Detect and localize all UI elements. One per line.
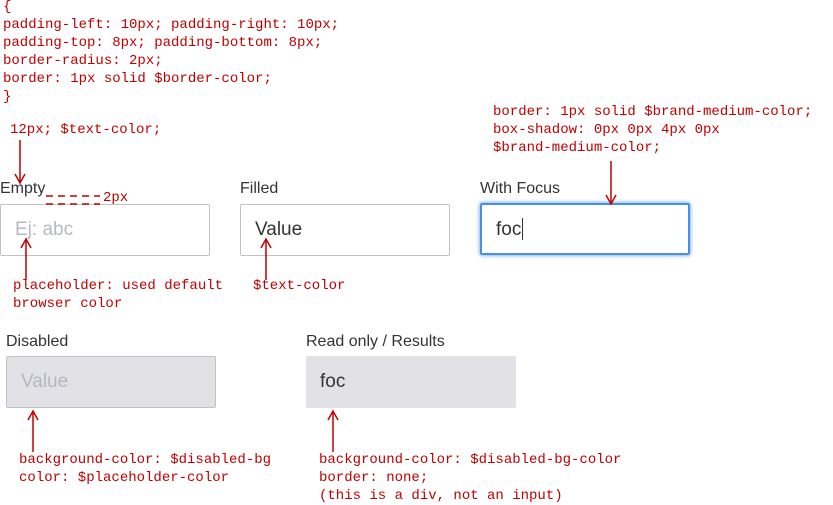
focus-style-line: border: 1px solid $brand-medium-color; (493, 104, 813, 120)
readonly-state-label: Read only / Results (306, 333, 445, 350)
disabled-input: Value (6, 356, 216, 408)
red-arrow-icon (327, 409, 339, 452)
gap-measure-marks (46, 195, 100, 205)
disabled-input-value: Value (21, 371, 69, 392)
readonly-note-line: border: none; (319, 470, 429, 486)
readonly-annotation: background-color: $disabled-bg-color bor… (319, 451, 621, 505)
placeholder-annotation: placeholder: used default browser color (13, 277, 223, 313)
filled-input[interactable]: Value (240, 204, 450, 256)
base-style-line: border-radius: 2px; (3, 53, 163, 69)
readonly-note-line: (this is a div, not an input) (319, 488, 563, 504)
empty-input[interactable]: Ej: abc (0, 204, 210, 256)
filled-state-label: Filled (240, 180, 279, 197)
focus-input-value: foc (496, 219, 522, 240)
focus-input[interactable]: foc (480, 203, 690, 255)
disabled-note-line: background-color: $disabled-bg (19, 452, 272, 468)
base-style-line: { (3, 0, 12, 15)
focus-state-label: With Focus (480, 180, 561, 197)
filled-annotation: $text-color (253, 278, 346, 294)
focus-style-line: box-shadow: 0px 0px 4px 0px (493, 122, 720, 138)
disabled-state-label: Disabled (6, 333, 69, 350)
red-arrow-icon (14, 140, 26, 185)
readonly-result: foc (306, 356, 516, 408)
empty-state-label: Empty (0, 180, 46, 197)
base-style-line: padding-left: 10px; padding-right: 10px; (3, 17, 340, 33)
base-style-line: } (3, 89, 12, 105)
readonly-note-line: background-color: $disabled-bg-color (319, 452, 622, 468)
focus-style-line: $brand-medium-color; (493, 140, 662, 156)
red-arrow-icon (605, 161, 617, 206)
base-style-line: border: 1px solid $border-color; (3, 71, 272, 87)
red-arrow-icon (27, 409, 39, 452)
disabled-note-line: color: $placeholder-color (19, 470, 230, 486)
focus-style-annotation: border: 1px solid $brand-medium-color; b… (493, 103, 812, 157)
empty-input-placeholder: Ej: abc (15, 219, 74, 240)
label-style-annotation: 12px; $text-color; (10, 122, 162, 138)
readonly-result-value: foc (320, 371, 346, 392)
filled-input-value: Value (255, 219, 303, 240)
text-cursor (522, 217, 524, 240)
base-style-line: padding-top: 8px; padding-bottom: 8px; (3, 35, 323, 51)
disabled-annotation: background-color: $disabled-bg color: $p… (19, 451, 271, 487)
base-style-annotation: { padding-left: 10px; padding-right: 10p… (3, 0, 339, 106)
placeholder-note-line: placeholder: used default (13, 278, 224, 294)
placeholder-note-line: browser color (13, 296, 123, 312)
